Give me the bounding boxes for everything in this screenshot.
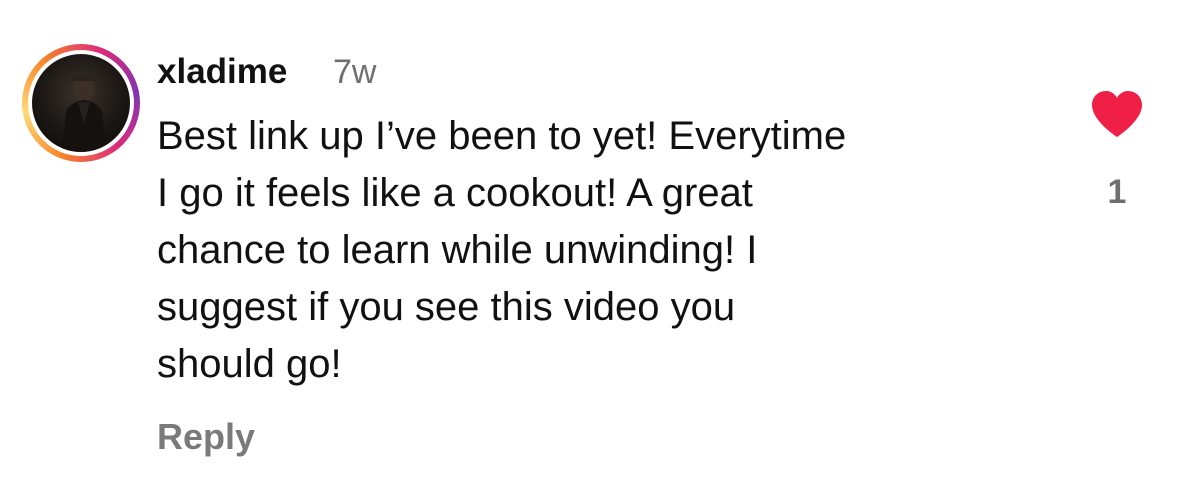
comment-text-line: should go! (157, 342, 342, 386)
avatar-person-image (62, 75, 106, 152)
timestamp: 7w (333, 53, 377, 91)
username[interactable]: xladime (157, 50, 287, 94)
comment-text-line: I go it feels like a cookout! A great (157, 171, 753, 215)
comment-text-line: Best link up I’ve been to yet! Everytime (157, 114, 847, 158)
like-button[interactable] (1090, 90, 1144, 140)
comment-text-line: chance to learn while unwinding! I (157, 228, 758, 272)
reply-button[interactable]: Reply (157, 412, 255, 462)
avatar[interactable] (32, 54, 130, 152)
heart-filled-icon (1092, 91, 1142, 137)
comment-text: Best link up I’ve been to yet! Everytime… (157, 108, 1037, 393)
story-ring[interactable] (22, 44, 140, 162)
comment-text-line: suggest if you see this video you (157, 285, 736, 329)
like-count: 1 (1107, 173, 1127, 211)
comment-item: xladime 7w Best link up I’ve been to yet… (0, 0, 1200, 498)
